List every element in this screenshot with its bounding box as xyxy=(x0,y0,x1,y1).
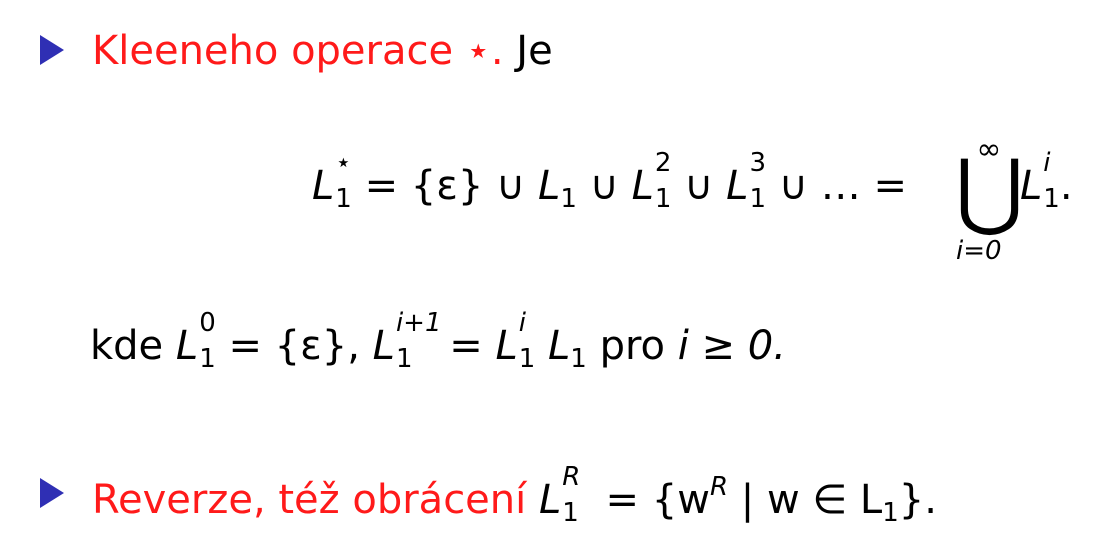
item-heading: Kleeneho operace ⋆. Je xyxy=(92,31,553,71)
union-index: i=0 xyxy=(956,236,1002,266)
eq-sign: = xyxy=(364,163,399,209)
bullet-marker xyxy=(40,478,64,508)
lhs-scripts: ⋆ 1 xyxy=(335,148,352,214)
reverse-item: Reverze, též obrácení LR1 = {wR | w ∈ L1… xyxy=(92,462,937,528)
kleene-title: Kleeneho operace ⋆. xyxy=(92,28,504,74)
bullet-marker xyxy=(40,35,64,65)
reverse-title: Reverze, též obrácení xyxy=(92,477,527,523)
kde-word: kde xyxy=(90,323,164,369)
epsilon-set: {ε} xyxy=(410,163,484,209)
big-union-symbol: ⋃ xyxy=(955,141,1024,239)
lhs-L: L xyxy=(312,163,335,209)
kleene-definition: kde L01 = {ε}, Li+1 1 = Li1 L1 pro i ≥ 0. xyxy=(90,308,786,374)
union-term: Li 1. xyxy=(1020,148,1073,214)
kleene-formula: L ⋆ 1 = {ε} ∪ L1 ∪ L21 ∪ L31 ∪ … = xyxy=(312,148,907,214)
kleene-title-tail: Je xyxy=(516,28,553,74)
